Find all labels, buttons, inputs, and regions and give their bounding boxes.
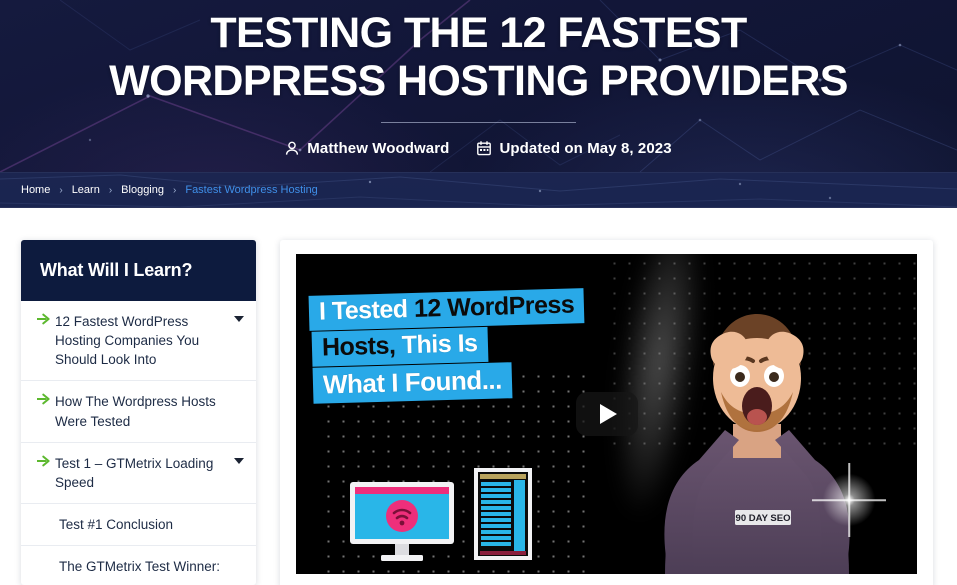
- lens-flare: [819, 470, 879, 530]
- breadcrumb-bar: Home › Learn › Blogging › Fastest Wordpr…: [0, 172, 957, 208]
- play-icon: [600, 404, 617, 424]
- toc-item-12-fastest[interactable]: 12 Fastest WordPress Hosting Companies Y…: [21, 301, 256, 382]
- toc-item-label: The GTMetrix Test Winner:: [59, 559, 221, 575]
- hero-banner: Testing The 12 Fastest Wordpress Hosting…: [0, 0, 957, 172]
- video-headline-line3-text: What I Found...: [322, 364, 503, 400]
- person-icon: [286, 141, 299, 155]
- page-body: What Will I Learn? 12 Fastest WordPress …: [0, 208, 957, 585]
- toc-subitem-test1-conclusion[interactable]: Test #1 Conclusion: [21, 504, 256, 547]
- breadcrumb-separator: ›: [59, 184, 63, 196]
- breadcrumb: Home › Learn › Blogging › Fastest Wordpr…: [0, 173, 957, 207]
- updated-meta: Updated on May 8, 2023: [477, 140, 672, 158]
- calendar-icon: [477, 141, 492, 156]
- chevron-down-icon[interactable]: [234, 457, 244, 464]
- video-headline-line2b: This Is: [401, 329, 478, 360]
- sidebar-heading: What Will I Learn?: [21, 240, 256, 301]
- breadcrumb-item-blogging[interactable]: Blogging: [121, 184, 164, 196]
- toc-subitem-gtmetrix-winner[interactable]: The GTMetrix Test Winner:: [21, 546, 256, 585]
- toc-item-how-tested[interactable]: How The Wordpress Hosts Were Tested: [21, 381, 256, 443]
- article-meta: Matthew Woodward Updated on May 8, 2023: [0, 140, 957, 157]
- toc-item-test1-gtmetrix[interactable]: Test 1 – GTMetrix Loading Speed: [21, 443, 256, 505]
- toc-item-label: Test #1 Conclusion: [59, 517, 174, 533]
- play-button[interactable]: [575, 392, 638, 436]
- server-rack-icon: [474, 468, 532, 560]
- author-meta: Matthew Woodward: [285, 140, 449, 157]
- shirt-text: 90 DAY SEO: [735, 513, 790, 524]
- page-title-line2: Wordpress Hosting Providers: [109, 57, 848, 106]
- updated-date: Updated on May 8, 2023: [499, 140, 672, 158]
- breadcrumb-item-learn[interactable]: Learn: [72, 184, 100, 196]
- title-divider: [381, 122, 576, 124]
- main-content-card: 90 DAY SEO I Tested 12 WordPress Hosts, …: [280, 240, 933, 585]
- video-headline-line3: What I Found...: [312, 362, 513, 404]
- breadcrumb-item-current[interactable]: Fastest Wordpress Hosting: [185, 184, 317, 196]
- video-headline-line2: Hosts, This Is: [311, 326, 488, 367]
- table-of-contents-sidebar: What Will I Learn? 12 Fastest WordPress …: [21, 240, 256, 585]
- green-arrow-icon: [37, 454, 55, 467]
- green-arrow-icon: [37, 392, 55, 405]
- page-title-line1: Testing The 12 Fastest: [210, 9, 747, 57]
- video-headline-line1: I Tested 12 WordPress: [308, 288, 585, 331]
- green-arrow-icon: [37, 312, 55, 325]
- toc-item-label: Test 1 – GTMetrix Loading Speed: [55, 455, 214, 490]
- author-name: Matthew Woodward: [307, 140, 450, 158]
- breadcrumb-separator: ›: [108, 184, 113, 196]
- breadcrumb-separator: ›: [173, 184, 177, 196]
- video-headline-line1b: 12 WordPress: [413, 290, 575, 323]
- chevron-down-icon[interactable]: [234, 316, 244, 322]
- video-headline: I Tested 12 WordPress Hosts, This Is Wha…: [308, 288, 587, 405]
- monitor-wifi-icon: [350, 482, 454, 561]
- video-player[interactable]: 90 DAY SEO I Tested 12 WordPress Hosts, …: [296, 254, 917, 574]
- breadcrumb-item-home[interactable]: Home: [21, 184, 50, 196]
- video-headline-line2a: Hosts,: [321, 331, 403, 362]
- page-title: Testing The 12 Fastest Wordpress Hosting…: [0, 9, 957, 105]
- toc-item-label: How The Wordpress Hosts Were Tested: [55, 394, 216, 429]
- video-headline-line1a: I Tested: [318, 294, 415, 326]
- toc-item-label: 12 Fastest WordPress Hosting Companies Y…: [55, 314, 200, 368]
